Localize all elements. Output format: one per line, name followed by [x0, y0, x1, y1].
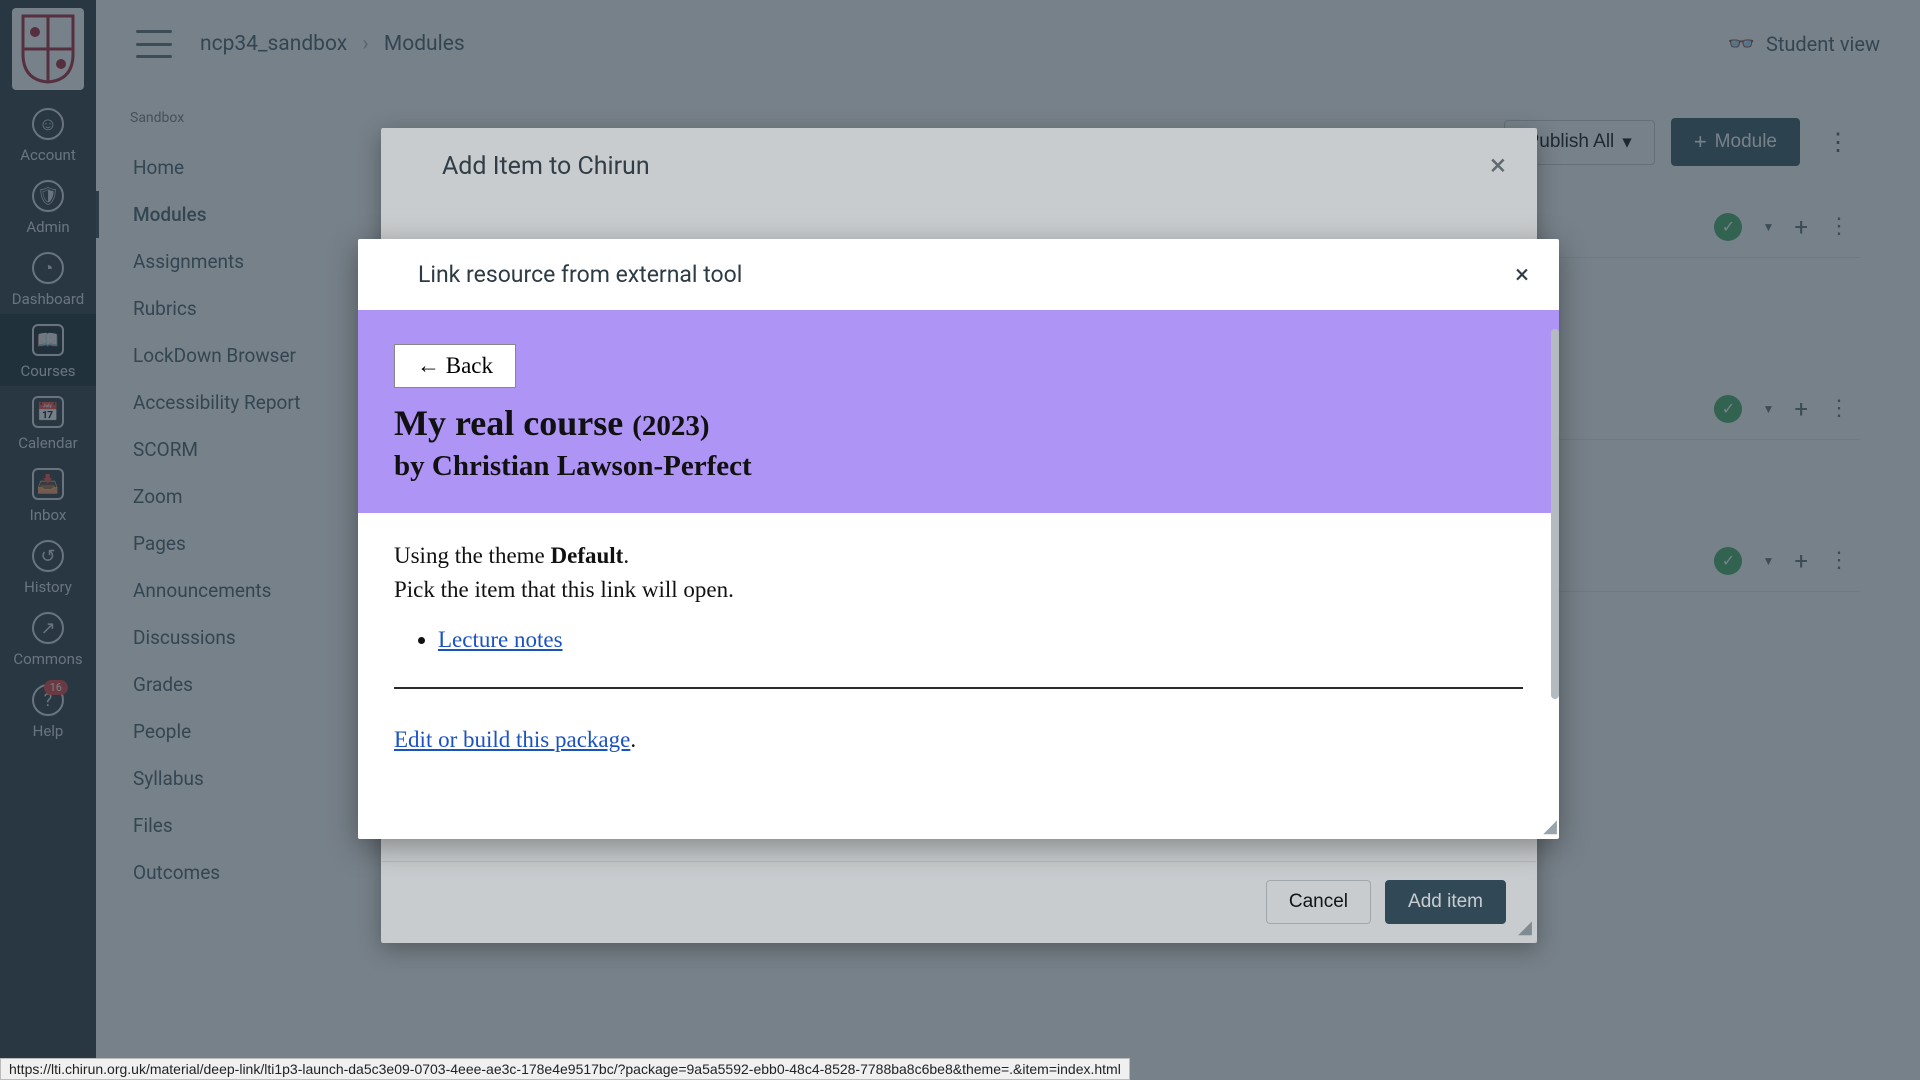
scrollbar-thumb[interactable] — [1551, 329, 1559, 699]
list-item: Lecture notes — [438, 627, 1523, 653]
item-list: Lecture notes — [394, 627, 1523, 653]
inner-modal-body: ← Back My real course (2023) by Christia… — [358, 310, 1559, 839]
inner-modal-header: Link resource from external tool × — [358, 239, 1559, 310]
theme-name: Default — [551, 543, 624, 568]
course-year-text: (2023) — [632, 410, 709, 442]
edit-package-link[interactable]: Edit or build this package — [394, 727, 630, 752]
cancel-button[interactable]: Cancel — [1266, 880, 1371, 924]
back-button[interactable]: ← Back — [394, 344, 516, 388]
modal-header: Add Item to Chirun × — [382, 129, 1536, 201]
period: . — [623, 543, 629, 568]
author-name: Christian Lawson-Perfect — [432, 450, 752, 482]
close-modal-button[interactable]: × — [1490, 151, 1506, 181]
author-prefix: by — [394, 450, 425, 482]
item-link-lecture-notes[interactable]: Lecture notes — [438, 627, 563, 652]
period: . — [630, 727, 636, 752]
package-banner: ← Back My real course (2023) by Christia… — [358, 310, 1559, 513]
package-title: My real course (2023) — [394, 402, 1523, 444]
modal-title: Add Item to Chirun — [442, 152, 650, 181]
divider — [394, 687, 1523, 689]
package-author: by Christian Lawson-Perfect — [394, 450, 1523, 483]
modal-footer: Cancel Add item — [382, 861, 1536, 942]
edit-package-line: Edit or build this package. — [394, 727, 1523, 753]
theme-line: Using the theme Default. — [394, 543, 1523, 569]
inner-modal-title: Link resource from external tool — [418, 261, 742, 288]
add-item-button[interactable]: Add item — [1385, 880, 1506, 924]
theme-prefix: Using the theme — [394, 543, 545, 568]
link-resource-modal: Link resource from external tool × ← Bac… — [358, 239, 1559, 839]
browser-status-bar: https://lti.chirun.org.uk/material/deep-… — [0, 1058, 1130, 1080]
resize-handle-icon[interactable]: ◢ — [1518, 917, 1532, 938]
close-inner-modal-button[interactable]: × — [1515, 262, 1529, 288]
course-title-text: My real course — [394, 403, 623, 443]
inner-content: Using the theme Default. Pick the item t… — [358, 513, 1559, 783]
pick-instruction: Pick the item that this link will open. — [394, 577, 1523, 603]
